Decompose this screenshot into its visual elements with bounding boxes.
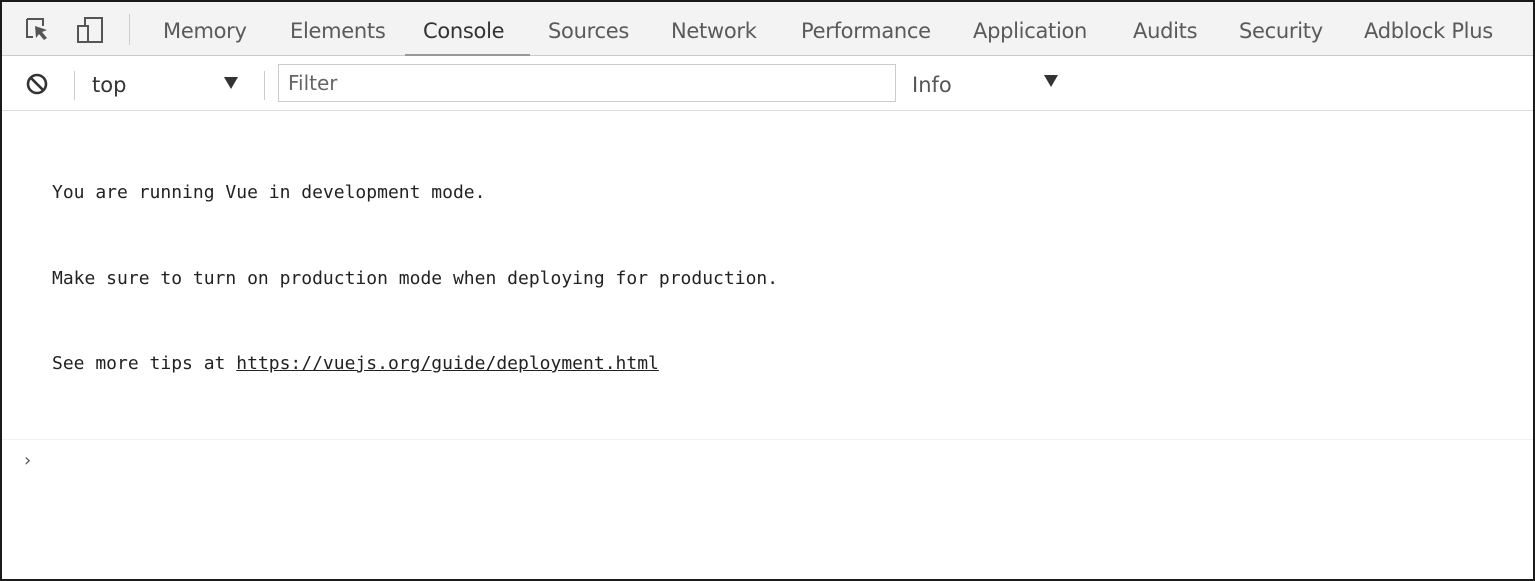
device-toolbar-icon[interactable] (75, 16, 103, 44)
log-level-value: Info (912, 73, 952, 97)
console-toolbar: top Info (2, 56, 1533, 111)
more-tabs-area (1516, 16, 1533, 44)
prompt-chevron-icon: › (22, 449, 33, 471)
log-level-selector[interactable]: Info (912, 66, 1072, 102)
tab-security[interactable]: Security (1239, 2, 1323, 56)
devtools-window: Memory Elements Console Sources Network … (0, 0, 1535, 581)
tab-network[interactable]: Network (671, 2, 757, 56)
devtools-tab-bar: Memory Elements Console Sources Network … (2, 2, 1533, 56)
context-selector[interactable]: top (92, 66, 252, 102)
tab-adblock-plus[interactable]: Adblock Plus (1364, 2, 1493, 56)
tab-memory[interactable]: Memory (163, 2, 247, 56)
console-input[interactable] (52, 443, 1496, 474)
inspect-element-icon[interactable] (23, 16, 51, 44)
chevron-down-icon (224, 77, 238, 89)
tab-performance[interactable]: Performance (801, 2, 931, 56)
toolbar-separator (74, 71, 75, 100)
console-message: You are running Vue in development mode.… (2, 112, 1533, 440)
clear-console-icon[interactable] (25, 72, 49, 96)
console-prompt: › (2, 440, 1533, 476)
toolbar-separator (264, 71, 265, 100)
tab-audits[interactable]: Audits (1133, 2, 1198, 56)
context-selector-value: top (92, 73, 127, 97)
chevron-down-icon (1044, 75, 1058, 87)
console-message-line: Make sure to turn on production mode whe… (52, 267, 779, 289)
console-message-line: See more tips at https://vuejs.org/guide… (52, 350, 1533, 379)
filter-input[interactable] (278, 64, 896, 102)
console-messages: You are running Vue in development mode.… (2, 112, 1533, 476)
toolbar-separator (129, 14, 130, 45)
deployment-guide-link[interactable]: https://vuejs.org/guide/deployment.html (236, 353, 659, 374)
console-message-line: You are running Vue in development mode. (52, 182, 486, 203)
console-message-text: See more tips at (52, 353, 237, 374)
tab-sources[interactable]: Sources (548, 2, 629, 56)
tab-console[interactable]: Console (423, 2, 505, 56)
tab-elements[interactable]: Elements (290, 2, 386, 56)
tab-application[interactable]: Application (973, 2, 1087, 56)
